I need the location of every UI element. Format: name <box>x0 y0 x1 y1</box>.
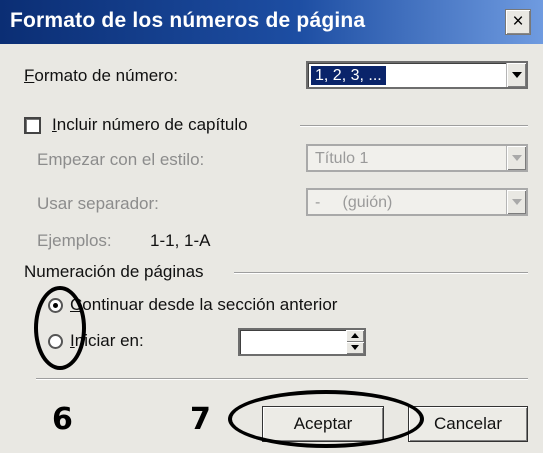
include-chapter-label: Incluir número de capítulo <box>52 115 248 135</box>
close-button[interactable]: × <box>505 9 531 35</box>
buttons-divider <box>36 378 528 380</box>
number-format-select[interactable]: 1, 2, 3, ... <box>306 61 528 89</box>
close-icon: × <box>512 11 524 32</box>
chevron-down-icon[interactable] <box>506 190 526 214</box>
page-numbering-group-label: Numeración de páginas <box>24 262 204 281</box>
chevron-down-icon[interactable] <box>506 63 526 87</box>
separator-label: Usar separador: <box>37 194 159 213</box>
start-style-value: Título 1 <box>315 150 369 167</box>
title-bar: Formato de los números de página × <box>0 0 543 44</box>
page-numbering-group-divider <box>234 272 528 274</box>
dialog-title: Formato de los números de página <box>10 9 366 32</box>
number-format-label: Formato de número: <box>24 66 178 86</box>
spin-down-icon[interactable] <box>346 342 364 354</box>
number-format-label-text: ormato de número: <box>34 66 179 85</box>
examples-label: Ejemplos: <box>37 231 112 250</box>
start-style-select[interactable]: Título 1 <box>306 144 528 172</box>
continue-label-text: ontinuar desde la sección anterior <box>82 295 338 314</box>
start-at-spinner[interactable] <box>238 328 366 356</box>
annotation-oval-radio <box>34 286 86 370</box>
separator-select[interactable]: - (guión) <box>306 188 528 216</box>
examples-value: 1-1, 1-A <box>150 231 211 250</box>
include-chapter-checkbox[interactable] <box>24 117 41 134</box>
include-chapter-label-text: ncluir número de capítulo <box>56 115 248 134</box>
step-6-marker: 6 <box>52 402 73 437</box>
separator-value: - (guión) <box>315 194 393 211</box>
spin-up-icon[interactable] <box>346 330 364 342</box>
continue-label: Continuar desde la sección anterior <box>70 295 337 315</box>
number-format-value: 1, 2, 3, ... <box>311 66 386 85</box>
cancel-button[interactable]: Cancelar <box>408 406 528 442</box>
chevron-down-icon[interactable] <box>506 146 526 170</box>
annotation-oval-ok <box>228 390 424 448</box>
number-format-label-accel: F <box>24 66 35 85</box>
start-style-label: Empezar con el estilo: <box>37 150 205 169</box>
step-7-marker: 7 <box>190 402 211 437</box>
chapter-group-divider <box>300 125 528 127</box>
